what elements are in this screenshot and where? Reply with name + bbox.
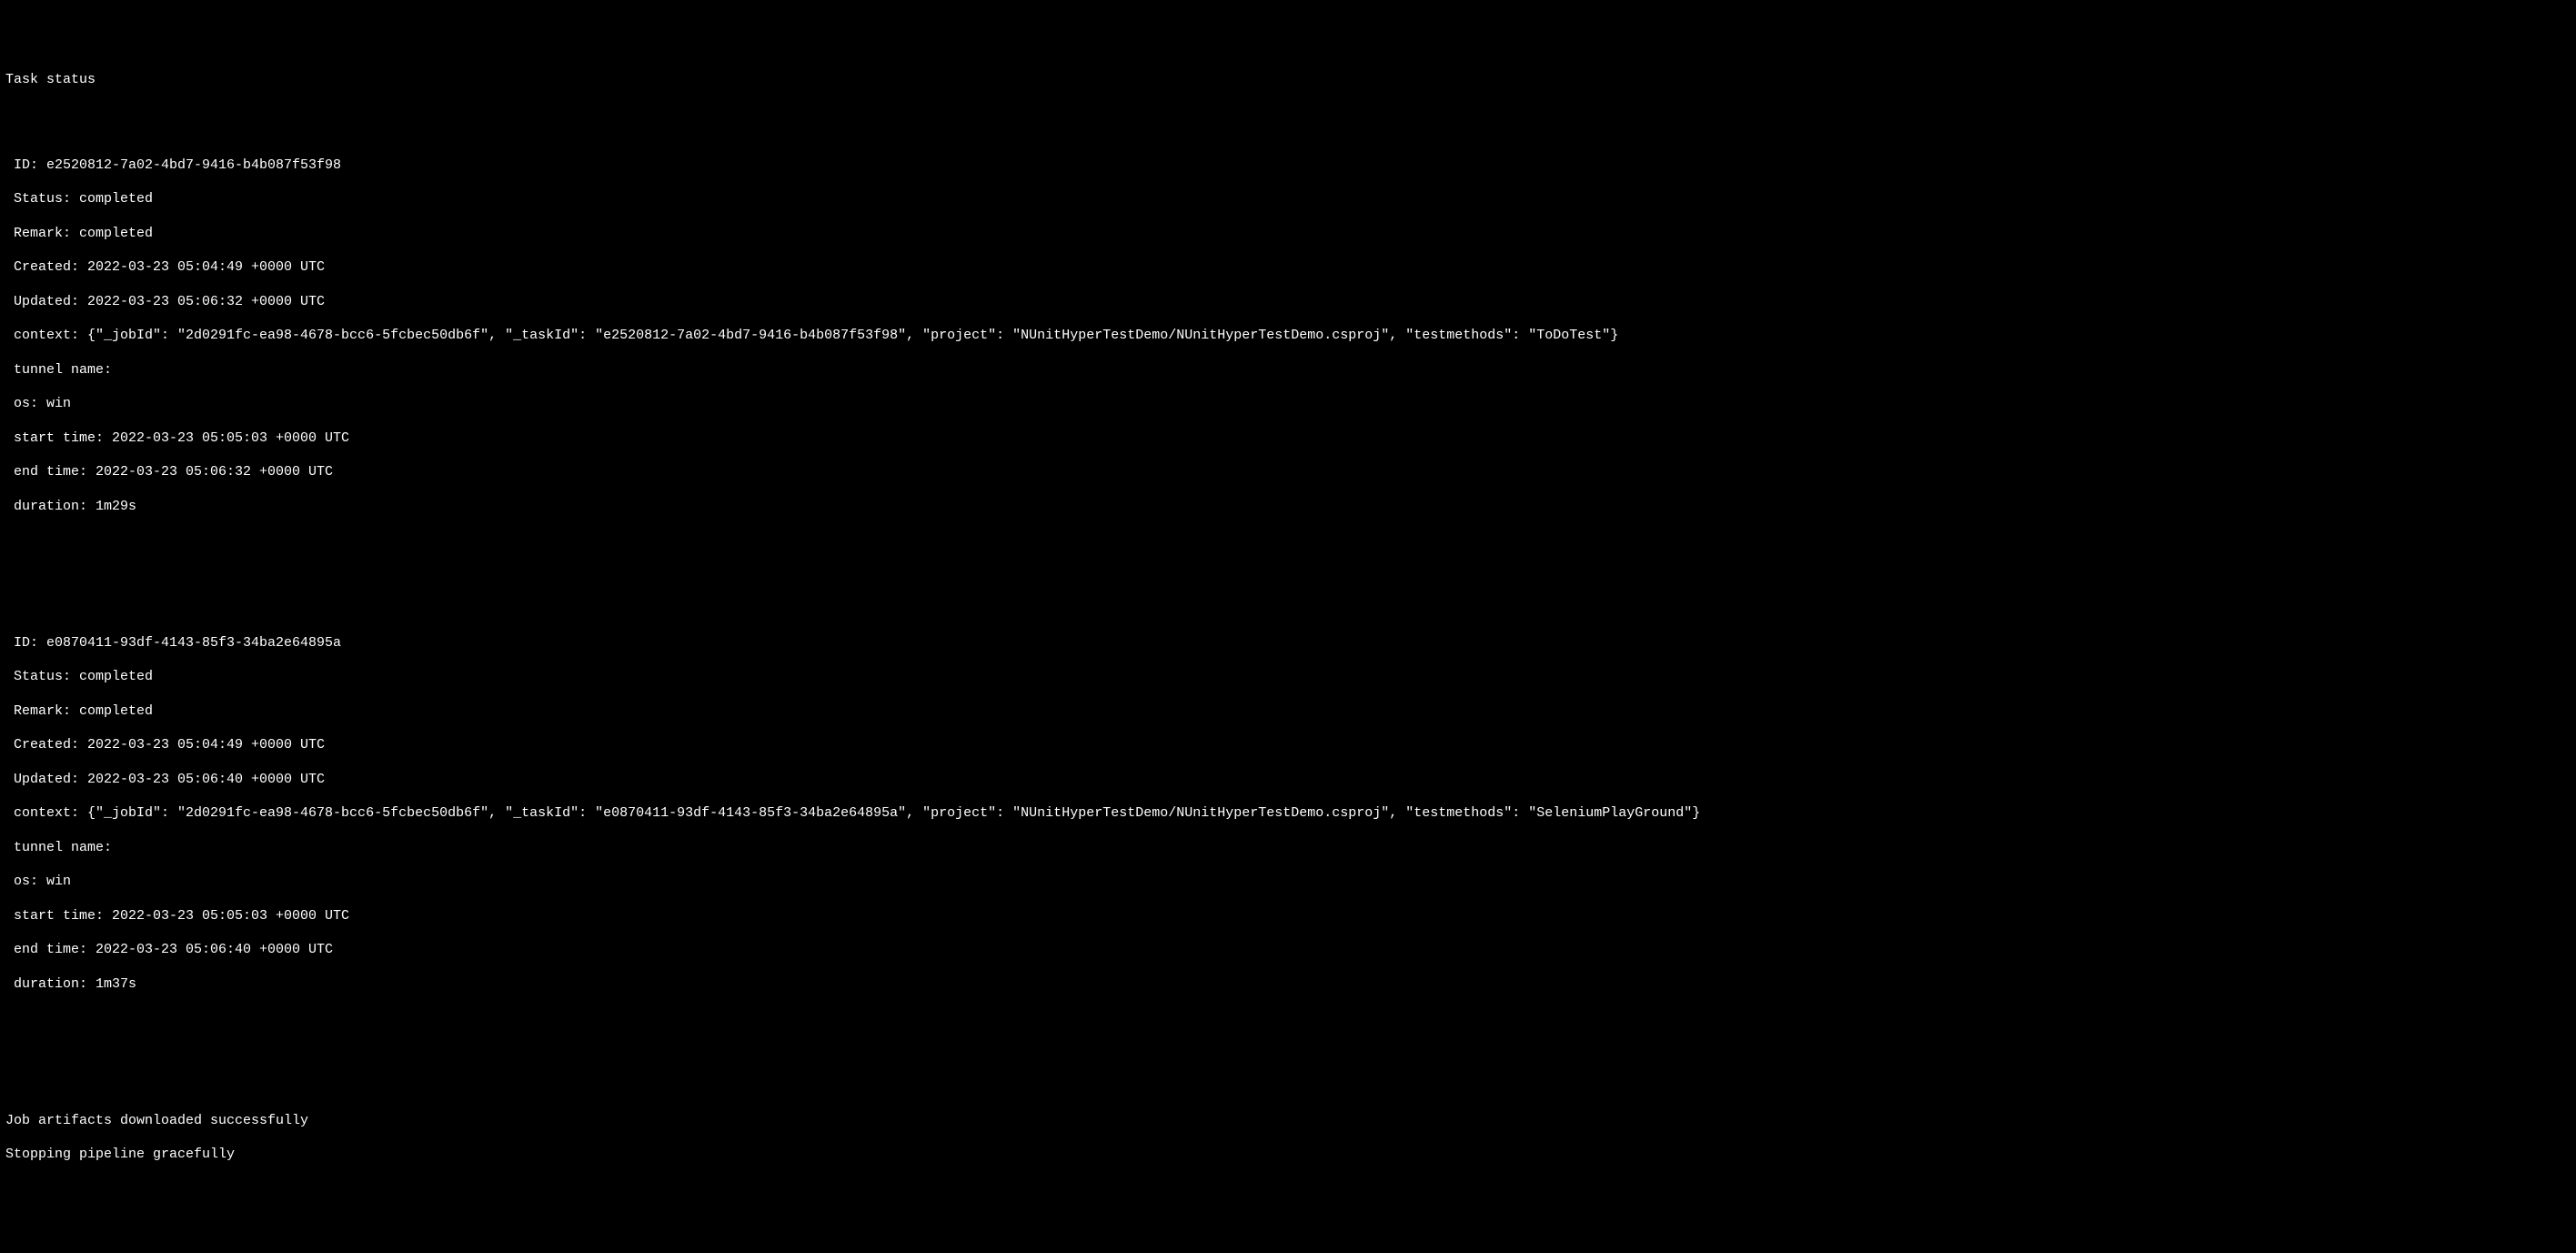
- task-id: ID: e0870411-93df-4143-85f3-34ba2e64895a: [5, 635, 2571, 652]
- task-status-header: Task status: [5, 72, 2571, 89]
- task-tunnel-name: tunnel name:: [5, 362, 2571, 379]
- task-start-time: start time: 2022-03-23 05:05:03 +0000 UT…: [5, 430, 2571, 448]
- blank-line: [5, 1027, 2571, 1045]
- task-remark: Remark: completed: [5, 226, 2571, 243]
- task-created: Created: 2022-03-23 05:04:49 +0000 UTC: [5, 737, 2571, 754]
- task-end-time: end time: 2022-03-23 05:06:32 +0000 UTC: [5, 464, 2571, 481]
- task-duration: duration: 1m29s: [5, 499, 2571, 516]
- blank-line: [5, 1062, 2571, 1079]
- blank-line: [5, 584, 2571, 601]
- task-updated: Updated: 2022-03-23 05:06:32 +0000 UTC: [5, 294, 2571, 311]
- job-artifacts-message: Job artifacts downloaded successfully: [5, 1113, 2571, 1130]
- task-context: context: {"_jobId": "2d0291fc-ea98-4678-…: [5, 805, 2571, 823]
- task-context: context: {"_jobId": "2d0291fc-ea98-4678-…: [5, 328, 2571, 345]
- task-end-time: end time: 2022-03-23 05:06:40 +0000 UTC: [5, 942, 2571, 959]
- blank-line: [5, 106, 2571, 124]
- task-status: Status: completed: [5, 191, 2571, 208]
- task-updated: Updated: 2022-03-23 05:06:40 +0000 UTC: [5, 772, 2571, 789]
- task-created: Created: 2022-03-23 05:04:49 +0000 UTC: [5, 259, 2571, 277]
- task-os: os: win: [5, 396, 2571, 413]
- task-remark: Remark: completed: [5, 703, 2571, 721]
- task-duration: duration: 1m37s: [5, 976, 2571, 994]
- blank-line: [5, 550, 2571, 567]
- stopping-pipeline-message: Stopping pipeline gracefully: [5, 1147, 2571, 1164]
- task-start-time: start time: 2022-03-23 05:05:03 +0000 UT…: [5, 908, 2571, 925]
- task-tunnel-name: tunnel name:: [5, 840, 2571, 857]
- task-status: Status: completed: [5, 669, 2571, 686]
- task-os: os: win: [5, 874, 2571, 891]
- task-id: ID: e2520812-7a02-4bd7-9416-b4b087f53f98: [5, 157, 2571, 175]
